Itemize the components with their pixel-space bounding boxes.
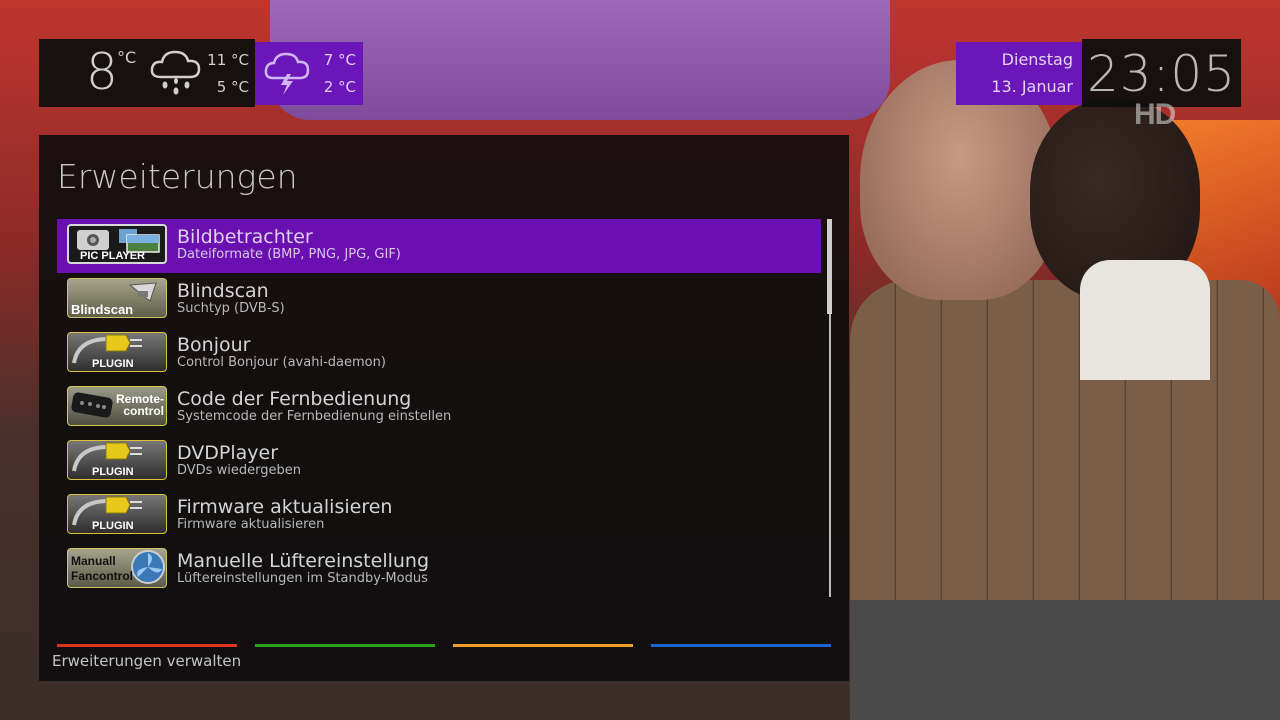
- weather-current-panel: 8 °C 11 °C 5 °C: [39, 39, 255, 107]
- icon-label: PLUGIN: [92, 358, 134, 370]
- icon-label: PIC PLAYER: [80, 250, 146, 262]
- plugin-icon: PLUGIN: [67, 494, 167, 534]
- list-item-subtitle: Control Bonjour (avahi-daemon): [177, 355, 386, 370]
- date-label: 13. Januar: [991, 77, 1073, 96]
- list-item-subtitle: Lüftereinstellungen im Standby-Modus: [177, 571, 428, 586]
- list-item-subtitle: Firmware aktualisieren: [177, 517, 325, 532]
- weekday-label: Dienstag: [1001, 50, 1073, 69]
- blindscan-icon: Blindscan: [67, 278, 167, 318]
- list-item-firmware-aktualisieren[interactable]: PLUGIN Firmware aktualisieren Firmware a…: [57, 489, 821, 543]
- list-item-subtitle: Systemcode der Fernbedienung einstellen: [177, 409, 452, 424]
- extensions-menu-panel: Erweiterungen PIC PLAYER Bildbetrachter …: [39, 135, 849, 681]
- remote-control-icon: Remote-control: [67, 386, 167, 426]
- weather-tomorrow-low: 2 °C: [323, 78, 356, 96]
- hd-channel-badge: HD: [1134, 98, 1176, 131]
- clock-time: 23:05: [1086, 45, 1237, 103]
- pic-player-icon: PIC PLAYER: [67, 224, 167, 264]
- list-item-title: DVDPlayer: [177, 442, 279, 464]
- fancontrol-icon: Manuall Fancontrol: [67, 548, 167, 588]
- list-item-code-der-fernbedienung[interactable]: Remote-control Code der Fernbedienung Sy…: [57, 381, 821, 435]
- clock-panel: 23:05: [1082, 39, 1241, 107]
- yellow-button-bar[interactable]: [453, 644, 633, 647]
- list-item-title: Firmware aktualisieren: [177, 496, 393, 518]
- red-button-label[interactable]: Erweiterungen verwalten: [52, 652, 241, 670]
- list-item-title: Bildbetrachter: [177, 226, 313, 248]
- list-item-manuelle-lueftereinstellung[interactable]: Manuall Fancontrol Manuelle Lüftereinstel…: [57, 543, 821, 597]
- icon-label: PLUGIN: [92, 466, 134, 478]
- weather-current-unit: °C: [117, 48, 137, 67]
- plugin-icon: PLUGIN: [67, 440, 167, 480]
- weather-forecast-panel: 7 °C 2 °C: [255, 42, 363, 105]
- weather-current-temp: 8: [86, 43, 118, 101]
- weather-today-high: 11 °C: [207, 51, 249, 69]
- list-item-subtitle: Dateiformate (BMP, PNG, JPG, GIF): [177, 247, 401, 262]
- icon-label: PLUGIN: [92, 520, 134, 532]
- list-item-subtitle: DVDs wiedergeben: [177, 463, 301, 478]
- list-item-title: Bonjour: [177, 334, 251, 356]
- list-item-title: Manuelle Lüftereinstellung: [177, 550, 430, 572]
- page-title: Erweiterungen: [57, 157, 298, 196]
- scrollbar-thumb[interactable]: [827, 219, 832, 314]
- list-item-bonjour[interactable]: PLUGIN Bonjour Control Bonjour (avahi-da…: [57, 327, 821, 381]
- list-item-title: Blindscan: [177, 280, 269, 302]
- list-item-blindscan[interactable]: Blindscan Blindscan Suchtyp (DVB-S): [57, 273, 821, 327]
- red-button-bar[interactable]: [57, 644, 237, 647]
- icon-label: Remote-control: [115, 392, 164, 418]
- list-item-subtitle: Suchtyp (DVB-S): [177, 301, 285, 316]
- list-item-bildbetrachter[interactable]: PIC PLAYER Bildbetrachter Dateiformate (…: [57, 219, 821, 273]
- plugin-icon: PLUGIN: [67, 332, 167, 372]
- list-item-dvdplayer[interactable]: PLUGIN DVDPlayer DVDs wiedergeben: [57, 435, 821, 489]
- weather-tomorrow-high: 7 °C: [323, 51, 356, 69]
- icon-label: Manuall Fancontrol: [71, 554, 133, 583]
- date-panel: Dienstag 13. Januar: [956, 42, 1082, 105]
- extensions-list: PIC PLAYER Bildbetrachter Dateiformate (…: [57, 219, 821, 597]
- icon-label: Blindscan: [71, 302, 134, 317]
- blue-button-bar[interactable]: [651, 644, 831, 647]
- list-item-title: Code der Fernbedienung: [177, 388, 412, 410]
- green-button-bar[interactable]: [255, 644, 435, 647]
- weather-today-low: 5 °C: [216, 78, 249, 96]
